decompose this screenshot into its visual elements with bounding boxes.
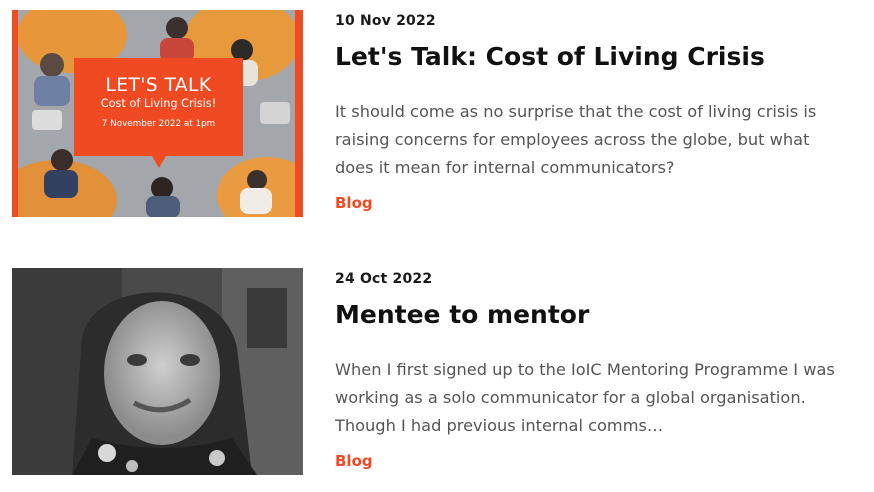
post-title-link[interactable]: Mentee to mentor <box>335 300 589 329</box>
post-card: LET'S TALK Cost of Living Crisis! 7 Nove… <box>0 0 874 240</box>
post-thumbnail[interactable] <box>12 268 303 475</box>
portrait-photo <box>12 268 303 475</box>
promo-date: 7 November 2022 at 1pm <box>101 119 216 129</box>
post-category-link[interactable]: Blog <box>335 452 373 470</box>
post-title-link[interactable]: Let's Talk: Cost of Living Crisis <box>335 42 765 71</box>
post-excerpt: When I first signed up to the IoIC Mento… <box>335 360 835 435</box>
thumbnail-border-right <box>295 10 303 217</box>
post-excerpt: It should come as no surprise that the c… <box>335 102 817 177</box>
post-thumbnail[interactable]: LET'S TALK Cost of Living Crisis! 7 Nove… <box>12 10 303 217</box>
promo-subheading: Cost of Living Crisis! <box>100 97 217 110</box>
speech-bubble-tail <box>152 156 166 168</box>
promo-heading: LET'S TALK <box>105 75 212 96</box>
post-category-link[interactable]: Blog <box>335 194 373 212</box>
post-date: 10 Nov 2022 <box>335 13 436 29</box>
event-promo-card: LET'S TALK Cost of Living Crisis! 7 Nove… <box>74 58 243 168</box>
post-date: 24 Oct 2022 <box>335 271 433 287</box>
post-card: 24 Oct 2022 Mentee to mentor When I firs… <box>0 258 874 492</box>
thumbnail-border-left <box>12 10 18 217</box>
